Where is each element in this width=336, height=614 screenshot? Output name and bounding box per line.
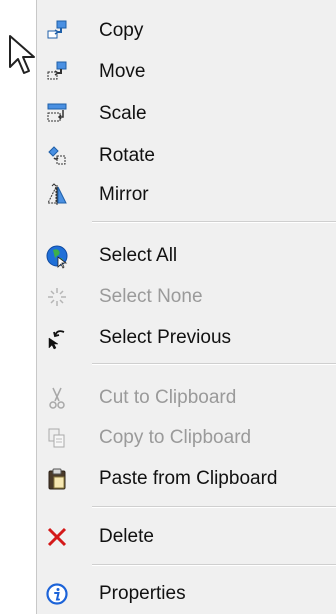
copy-icon — [47, 20, 67, 39]
menu-label-select-previous: Select Previous — [99, 327, 232, 348]
info-icon — [46, 583, 68, 605]
menu-item-select-all[interactable]: Select All — [37, 237, 336, 275]
menu-item-properties[interactable]: Properties — [37, 575, 336, 613]
move-icon — [47, 61, 67, 80]
menu-item-delete[interactable]: Delete — [37, 518, 336, 556]
select-all-icon — [46, 245, 68, 269]
menu-item-cut-clipboard[interactable]: Cut to Clipboard — [37, 379, 336, 417]
screenshot-canvas: Copy Move Scale Rotate Mirror Select All… — [0, 0, 336, 614]
menu-label-select-none: Select None — [99, 286, 203, 307]
separator — [92, 564, 336, 566]
menu-item-scale[interactable]: Scale — [37, 95, 336, 133]
paste-icon — [48, 468, 66, 490]
rotate-icon — [48, 146, 66, 165]
menu-label-mirror: Mirror — [99, 184, 149, 205]
menu-label-copy: Copy — [99, 20, 144, 41]
scale-icon — [47, 103, 67, 122]
menu-item-mirror[interactable]: Mirror — [37, 176, 336, 214]
menu-label-select-all: Select All — [99, 245, 178, 266]
scissors-icon — [49, 387, 65, 409]
menu-label-scale: Scale — [99, 103, 147, 124]
menu-label-properties: Properties — [99, 583, 186, 604]
separator — [92, 363, 336, 365]
menu-label-rotate: Rotate — [99, 145, 155, 166]
select-none-icon — [48, 288, 66, 306]
menu-label-paste-clipboard: Paste from Clipboard — [99, 468, 278, 489]
delete-x-icon — [47, 527, 67, 547]
select-previous-icon — [48, 330, 65, 350]
menu-item-move[interactable]: Move — [37, 53, 336, 91]
copy-clipboard-icon — [48, 428, 65, 448]
menu-item-copy-clipboard[interactable]: Copy to Clipboard — [37, 419, 336, 457]
context-menu: Copy Move Scale Rotate Mirror Select All… — [36, 0, 336, 614]
menu-label-move: Move — [99, 61, 146, 82]
separator — [92, 506, 336, 508]
menu-item-copy[interactable]: Copy — [37, 12, 336, 50]
mouse-pointer-icon — [9, 35, 35, 74]
menu-label-cut-clipboard: Cut to Clipboard — [99, 387, 237, 408]
menu-item-rotate[interactable]: Rotate — [37, 137, 336, 175]
menu-item-select-previous[interactable]: Select Previous — [37, 319, 336, 357]
menu-item-select-none[interactable]: Select None — [37, 278, 336, 316]
menu-item-paste-clipboard[interactable]: Paste from Clipboard — [37, 460, 336, 498]
menu-label-delete: Delete — [99, 526, 154, 547]
mirror-icon — [47, 183, 67, 205]
menu-label-copy-clipboard: Copy to Clipboard — [99, 427, 252, 448]
separator — [92, 221, 336, 223]
